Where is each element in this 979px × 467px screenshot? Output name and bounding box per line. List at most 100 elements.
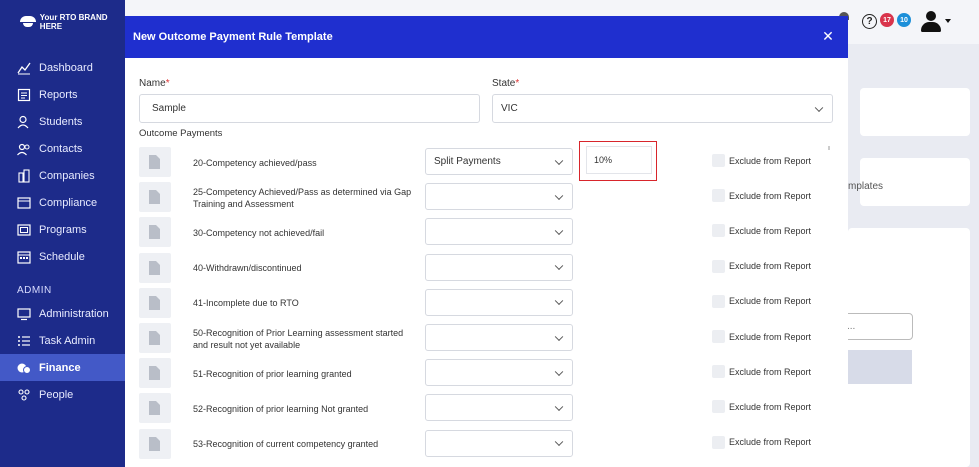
payment-type-select[interactable] xyxy=(425,183,573,211)
exclude-from-report[interactable]: Exclude from Report xyxy=(712,365,812,379)
brand-logo-icon xyxy=(20,16,36,28)
outcome-payments-label: Outcome Payments xyxy=(139,128,223,139)
scrollbar[interactable] xyxy=(828,146,830,150)
sidebar-item-dashboard[interactable]: Dashboard xyxy=(0,54,125,81)
exclude-label: Exclude from Report xyxy=(729,190,812,201)
exclude-checkbox[interactable] xyxy=(712,435,725,449)
document-icon xyxy=(139,323,171,353)
required-marker: * xyxy=(515,78,520,89)
exclude-label: Exclude from Report xyxy=(729,155,812,166)
notification-badge-red[interactable]: 17 xyxy=(880,13,894,27)
payment-type-select[interactable] xyxy=(425,288,573,316)
exclude-checkbox[interactable] xyxy=(712,189,725,203)
required-marker: * xyxy=(165,78,170,89)
document-icon xyxy=(139,147,171,177)
payment-type-select[interactable] xyxy=(425,253,573,281)
sidebar-item-label: Schedule xyxy=(39,250,85,263)
outcome-label: 50-Recognition of Prior Learning assessm… xyxy=(193,327,404,350)
exclude-checkbox[interactable] xyxy=(712,224,725,238)
document-icon xyxy=(139,252,171,283)
exclude-from-report[interactable]: Exclude from Report xyxy=(712,259,812,273)
sidebar-item-contacts[interactable]: Contacts xyxy=(0,135,125,162)
chevron-down-icon xyxy=(814,103,824,112)
sidebar-item-administration[interactable]: Administration xyxy=(0,300,125,327)
outcome-row: 53-Recognition of current competency gra… xyxy=(125,427,848,462)
sidebar-item-label: Programs xyxy=(39,223,87,236)
chevron-down-icon xyxy=(554,332,564,341)
contacts-icon xyxy=(17,142,31,156)
chevron-down-icon xyxy=(554,437,564,447)
outcome-label: 41-Incomplete due to RTO xyxy=(193,298,299,309)
outcome-label: 25-Competency Achieved/Pass as determine… xyxy=(193,186,412,209)
sidebar-item-label: People xyxy=(39,388,74,401)
sidebar: Your RTO BRAND HERE Dashboard Reports St… xyxy=(0,0,125,467)
help-icon[interactable]: ? xyxy=(862,14,877,29)
exclude-from-report[interactable]: Exclude from Report xyxy=(712,189,812,203)
sidebar-item-label: Students xyxy=(39,115,83,128)
exclude-checkbox[interactable] xyxy=(712,365,725,379)
list-icon xyxy=(17,334,31,348)
exclude-checkbox[interactable] xyxy=(712,259,725,273)
exclude-from-report[interactable]: Exclude from Report xyxy=(712,224,812,238)
payment-type-select[interactable] xyxy=(425,218,573,246)
programs-icon xyxy=(17,223,31,237)
state-select[interactable]: VIC xyxy=(492,94,833,123)
sidebar-item-compliance[interactable]: Compliance xyxy=(0,189,125,216)
payment-type-select[interactable] xyxy=(425,429,573,457)
outcome-label: 30-Competency not achieved/fail xyxy=(193,227,325,238)
document-page-icon xyxy=(149,401,160,416)
sidebar-item-finance[interactable]: Finance xyxy=(0,354,125,381)
payment-type-select[interactable] xyxy=(425,324,573,351)
document-page-icon xyxy=(149,260,160,275)
document-icon xyxy=(139,358,171,389)
name-label: Name* xyxy=(139,78,170,89)
name-input[interactable]: Sample xyxy=(139,94,480,123)
outcome-payment-rule-modal: New Outcome Payment Rule Template ✕ Name… xyxy=(125,16,848,467)
sidebar-item-task-admin[interactable]: Task Admin xyxy=(0,327,125,354)
sidebar-item-companies[interactable]: Companies xyxy=(0,162,125,189)
exclude-checkbox[interactable] xyxy=(712,400,725,414)
notification-badge-blue[interactable]: 10 xyxy=(897,13,911,27)
chevron-down-icon xyxy=(554,296,564,306)
sidebar-item-programs[interactable]: Programs xyxy=(0,216,125,243)
people-icon xyxy=(17,388,31,402)
exclude-from-report[interactable]: Exclude from Report xyxy=(712,154,811,167)
background-templates-text: mplates xyxy=(848,181,884,192)
sidebar-item-label: Reports xyxy=(39,88,78,101)
exclude-from-report[interactable]: Exclude from Report xyxy=(712,330,811,343)
companies-icon xyxy=(17,168,31,183)
sidebar-item-reports[interactable]: Reports xyxy=(0,81,125,108)
payment-type-select[interactable]: Split Payments xyxy=(425,148,573,175)
background-search-input[interactable]: ... xyxy=(840,313,913,340)
brand-logo[interactable]: Your RTO BRAND HERE xyxy=(0,0,125,44)
exclude-label: Exclude from Report xyxy=(729,366,812,377)
exclude-from-report[interactable]: Exclude from Report xyxy=(712,400,811,414)
outcome-row: 30-Competency not achieved/fail Exclude f… xyxy=(125,215,848,250)
exclude-from-report[interactable]: Exclude from Report xyxy=(712,294,811,308)
state-label-text: State xyxy=(492,78,516,89)
sidebar-item-people[interactable]: People xyxy=(0,381,125,408)
exclude-from-report[interactable]: Exclude from Report xyxy=(712,435,811,449)
chevron-down-icon[interactable] xyxy=(945,19,951,23)
students-icon xyxy=(17,115,31,129)
exclude-checkbox[interactable] xyxy=(712,294,725,308)
sidebar-item-students[interactable]: Students xyxy=(0,108,125,135)
payment-type-select[interactable] xyxy=(425,359,573,387)
exclude-checkbox[interactable] xyxy=(712,330,725,343)
exclude-label: Exclude from Report xyxy=(729,261,812,272)
user-avatar-icon[interactable] xyxy=(920,11,942,33)
exclude-checkbox[interactable] xyxy=(712,154,725,167)
payment-type-select[interactable] xyxy=(425,394,573,422)
modal-header: New Outcome Payment Rule Template xyxy=(125,16,848,58)
close-icon[interactable]: ✕ xyxy=(821,29,835,43)
chevron-down-icon xyxy=(554,226,564,235)
chevron-down-icon xyxy=(554,402,564,411)
payment-type-value: Split Payments xyxy=(434,156,501,167)
exclude-label: Exclude from Report xyxy=(729,225,812,236)
background-table xyxy=(848,350,912,467)
chevron-down-icon xyxy=(554,367,564,376)
sidebar-item-schedule[interactable]: Schedule xyxy=(0,243,125,270)
brand-name: Your RTO BRAND HERE xyxy=(39,13,108,31)
sidebar-item-label: Companies xyxy=(39,169,95,182)
percentage-input[interactable]: 10% xyxy=(586,146,652,174)
